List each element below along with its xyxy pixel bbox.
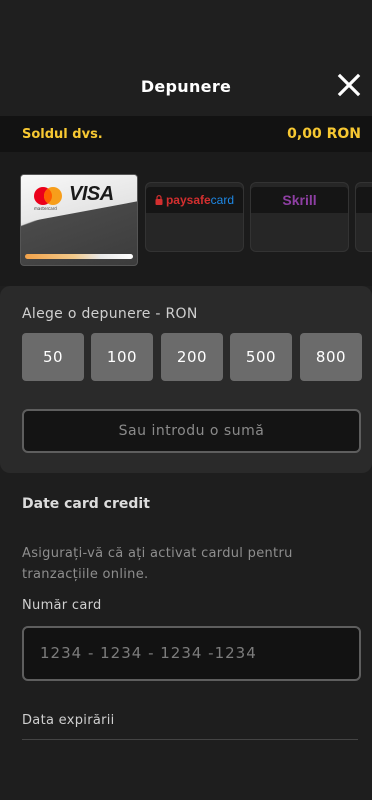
card-data-title: Date card credit — [22, 496, 150, 512]
payment-method-more[interactable] — [355, 182, 372, 252]
visa-logo: VISA — [69, 183, 114, 205]
mastercard-wordmark: mastercard — [34, 206, 57, 211]
card-number-label: Număr card — [22, 598, 102, 613]
paysafecard-logo: paysafecard — [146, 187, 243, 213]
expiry-date-field[interactable] — [22, 739, 358, 740]
skrill-logo: Skrill — [251, 187, 348, 213]
balance-label: Soldul dvs. — [22, 126, 103, 142]
expiry-date-label: Data expirării — [22, 713, 115, 728]
close-icon[interactable] — [334, 70, 364, 100]
custom-amount-input[interactable]: Sau introdu o sumă — [22, 409, 361, 453]
deposit-amount-panel: Alege o depunere - RON 50 100 200 500 80… — [0, 286, 372, 473]
mastercard-logo-icon — [34, 187, 62, 205]
payment-methods: mastercard VISA paysafecard Skrill — [0, 152, 372, 286]
amount-button-200[interactable]: 200 — [161, 333, 223, 381]
paysafecard-wordmark-b: card — [210, 193, 235, 207]
balance-value: 0,00 RON — [287, 126, 361, 142]
balance-bar: Soldul dvs. 0,00 RON — [0, 116, 372, 152]
deposit-label: Alege o depunere - RON — [22, 306, 198, 322]
lock-icon — [155, 195, 163, 205]
header: Depunere — [0, 0, 372, 116]
amount-button-50[interactable]: 50 — [22, 333, 84, 381]
page-title: Depunere — [140, 77, 232, 96]
card-activation-notice: Asigurați-vă că ați activat cardul pentr… — [22, 546, 293, 582]
payment-method-skrill[interactable]: Skrill — [250, 182, 349, 252]
more-method-banner — [356, 187, 372, 213]
amount-button-100[interactable]: 100 — [91, 333, 153, 381]
payment-method-paysafecard[interactable]: paysafecard — [145, 182, 244, 252]
card-number-input[interactable]: 1234 - 1234 - 1234 -1234 — [22, 626, 361, 681]
amount-button-500[interactable]: 500 — [230, 333, 292, 381]
close-button[interactable] — [334, 70, 364, 100]
paysafecard-wordmark-a: paysafe — [165, 193, 211, 207]
skrill-wordmark: Skrill — [282, 192, 317, 208]
payment-method-card[interactable]: mastercard VISA — [20, 174, 138, 266]
amount-button-800[interactable]: 800 — [300, 333, 362, 381]
selected-indicator — [25, 254, 133, 259]
